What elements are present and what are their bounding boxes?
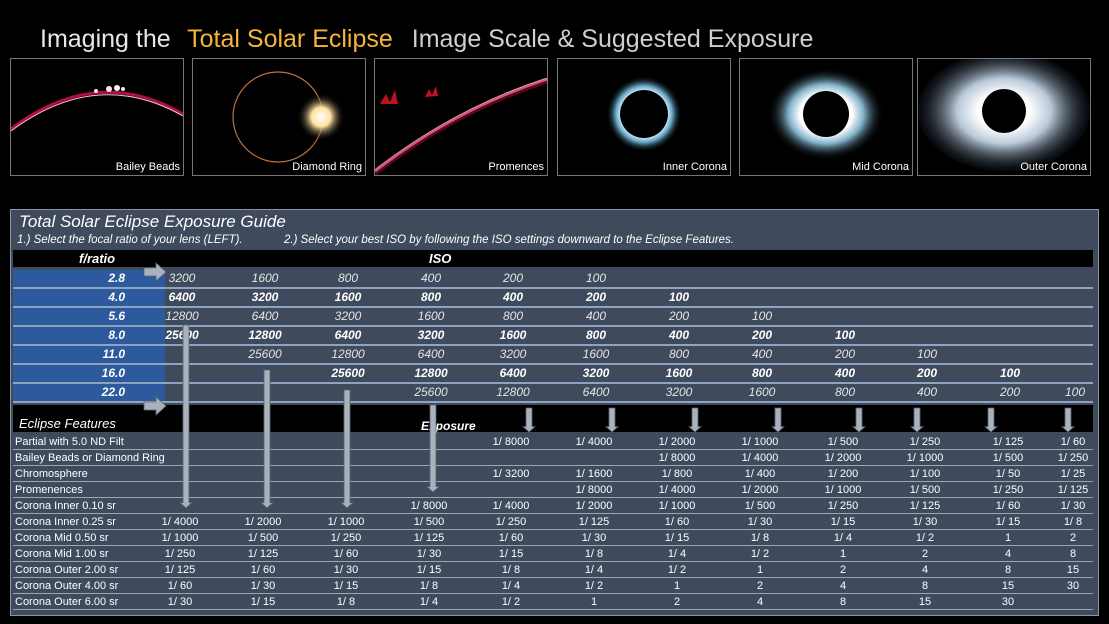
photo-caption: Inner Corona [662,161,727,173]
photo-prominences: Promences [374,58,548,176]
bailey-beads-image [11,85,183,132]
mid-corona-image [768,68,884,160]
prominences-image [375,77,547,175]
title-highlight: Total Solar Eclipse [187,25,393,53]
outer-corona-image [918,59,1090,171]
down-arrow-icon [259,369,275,509]
down-arrow-icon [909,407,925,433]
title-part-1: Imaging the [40,25,171,53]
inner-corona-image [606,76,682,152]
down-arrow-icon [687,407,703,433]
photo-caption: Bailey Beads [115,161,180,173]
title-subtitle: Image Scale & Suggested Exposure [411,25,814,53]
right-arrow-icon [143,262,167,282]
photo-mid-corona: Mid Corona [739,58,913,176]
exposure-guide-panel: Total Solar Eclipse Exposure Guide 1.) S… [10,209,1099,616]
down-arrow-icon [521,407,537,433]
right-arrow-icon [143,396,167,416]
photo-caption: Mid Corona [852,161,909,173]
photo-caption: Diamond Ring [292,161,362,173]
down-arrow-icon [604,407,620,433]
down-arrow-icon [425,404,441,493]
photo-outer-corona: Outer Corona [917,58,1091,176]
photo-bailey-beads: Bailey Beads [10,58,184,176]
down-arrow-icon [178,324,194,509]
photo-caption: Promences [488,161,544,173]
photo-diamond-ring: Diamond Ring [192,58,366,176]
guide-arrows [143,262,1076,509]
down-arrow-icon [770,407,786,433]
down-arrow-icon [851,407,867,433]
page-title: Imaging the Total Solar Eclipse Image Sc… [40,25,813,54]
down-arrow-icon [983,407,999,433]
photo-caption: Outer Corona [1020,161,1087,173]
photo-inner-corona: Inner Corona [557,58,731,176]
down-arrow-icon [339,389,355,509]
down-arrow-icon [1060,407,1076,433]
diamond-ring-image [232,71,345,163]
